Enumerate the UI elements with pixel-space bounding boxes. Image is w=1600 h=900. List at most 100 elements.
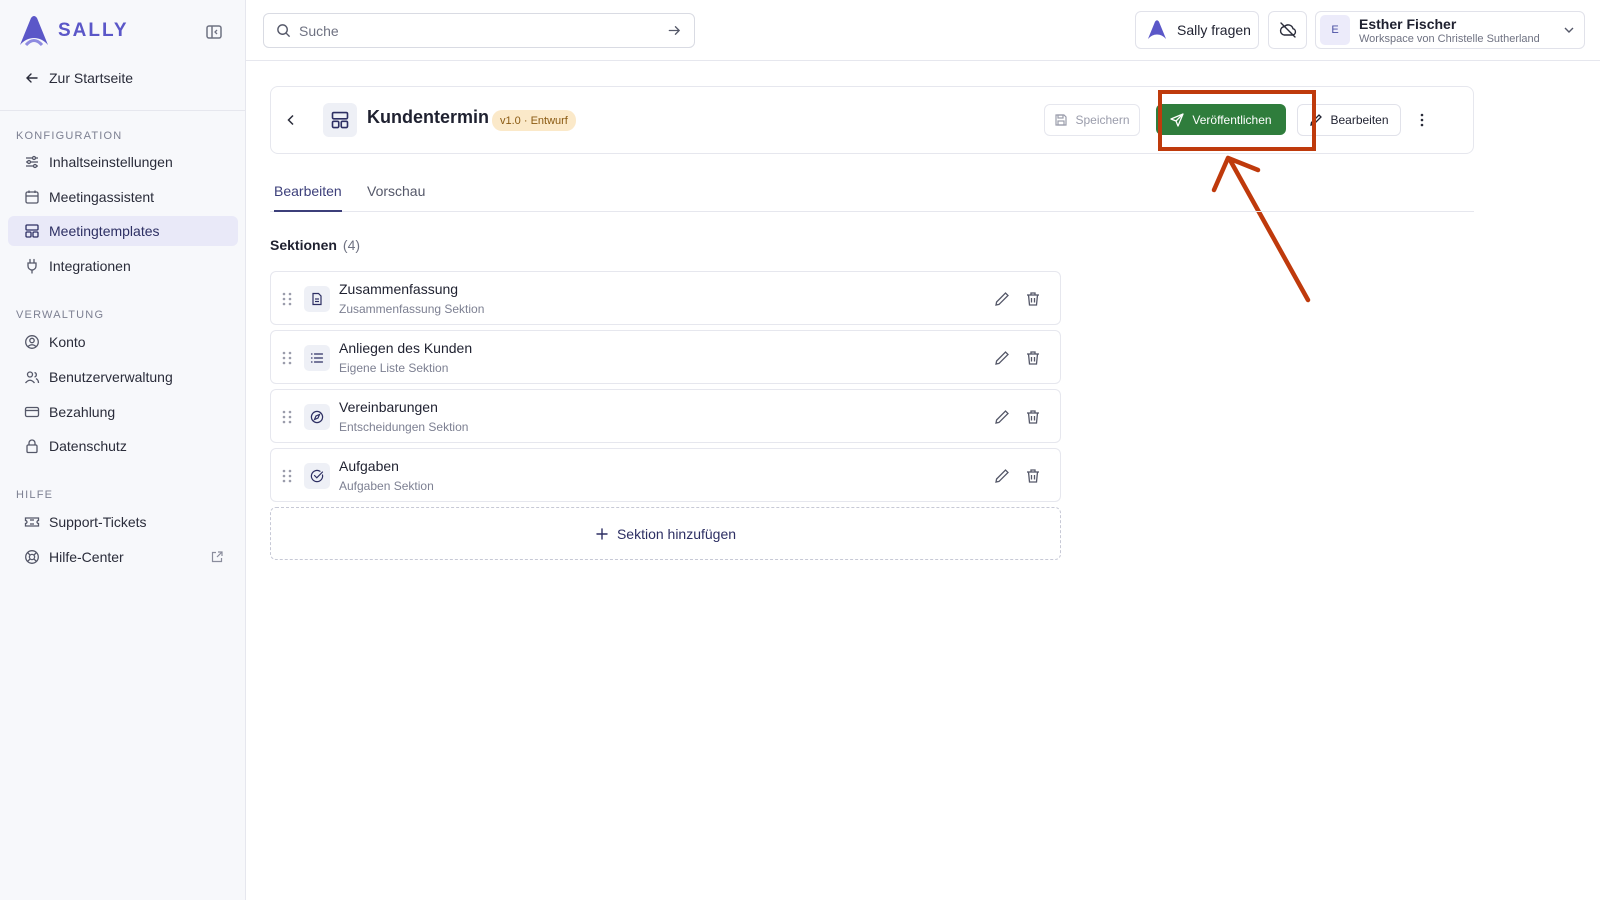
page-title: Kundentermin (367, 107, 490, 127)
external-link-icon (211, 551, 223, 563)
sidebar-item-label: Datenschutz (49, 438, 127, 454)
search-icon (277, 24, 291, 38)
calendar-icon (24, 189, 40, 205)
section-title-konfiguration: KONFIGURATION (16, 130, 123, 142)
trash-icon[interactable] (1024, 467, 1042, 485)
home-link[interactable]: Zur Startseite (24, 66, 133, 90)
arrow-left-icon (26, 73, 38, 83)
sliders-icon (24, 154, 40, 170)
drag-handle-icon[interactable] (281, 468, 293, 484)
tabs: Bearbeiten Vorschau (270, 178, 1474, 212)
tab-bearbeiten[interactable]: Bearbeiten (274, 183, 342, 212)
user-workspace: Workspace von Christelle Sutherland (1359, 32, 1540, 45)
add-section-button[interactable]: Sektion hinzufügen (270, 507, 1061, 560)
ticket-icon (24, 514, 40, 530)
sidebar-item-bezahlung[interactable]: Bezahlung (8, 397, 238, 427)
sally-logo-icon (20, 16, 48, 47)
sync-off-button[interactable] (1268, 11, 1307, 49)
list-item[interactable]: Zusammenfassung Zusammenfassung Sektion (270, 271, 1061, 325)
publish-button[interactable]: Veröffentlichen (1156, 104, 1286, 135)
sidebar-item-meetingassistent[interactable]: Meetingassistent (8, 182, 238, 212)
annotation-arrow-icon (1211, 155, 1311, 303)
send-icon (1170, 112, 1185, 127)
sidebar: SALLY Zur Startseite KONFIGURATION Inhal… (0, 0, 246, 900)
more-vertical-icon (1420, 113, 1424, 127)
sidebar-item-benutzerverwaltung[interactable]: Benutzerverwaltung (8, 362, 238, 392)
save-button[interactable]: Speichern (1044, 104, 1140, 136)
template-icon (323, 103, 357, 137)
sidebar-item-integrationen[interactable]: Integrationen (8, 251, 238, 281)
chevron-left-icon (287, 114, 294, 126)
compass-icon (304, 404, 330, 430)
save-icon (1055, 114, 1068, 126)
sidebar-item-hilfe-center[interactable]: Hilfe-Center (8, 542, 238, 572)
drag-handle-icon[interactable] (281, 409, 293, 425)
section-name: Vereinbarungen (339, 399, 438, 415)
brand[interactable]: SALLY (16, 14, 129, 48)
sidebar-item-inhaltseinstellungen[interactable]: Inhaltseinstellungen (8, 147, 238, 177)
arrow-right-icon[interactable] (667, 23, 682, 38)
save-label: Speichern (1075, 113, 1130, 127)
template-icon (24, 223, 40, 239)
sidebar-divider (0, 110, 246, 111)
template-header: Kundentermin v1.0 · Entwurf Speichern Ve… (270, 86, 1474, 154)
sections-count: (4) (342, 237, 361, 253)
section-name: Aufgaben (339, 458, 399, 474)
sections-heading: Sektionen (4) (270, 237, 360, 253)
pencil-icon[interactable] (993, 290, 1011, 308)
ask-sally-label: Sally fragen (1177, 22, 1251, 38)
sidebar-item-label: Inhaltseinstellungen (49, 154, 173, 170)
lifebuoy-icon (24, 549, 40, 565)
edit-label: Bearbeiten (1330, 113, 1389, 127)
sidebar-item-label: Konto (49, 334, 86, 350)
list-item[interactable]: Vereinbarungen Entscheidungen Sektion (270, 389, 1061, 443)
lock-icon (24, 438, 40, 454)
drag-handle-icon[interactable] (281, 291, 293, 307)
sally-logo-icon (1147, 20, 1167, 40)
section-title-verwaltung: VERWALTUNG (16, 309, 105, 321)
home-link-label: Zur Startseite (49, 70, 134, 86)
trash-icon[interactable] (1024, 349, 1042, 367)
pencil-icon (1310, 114, 1323, 126)
list-icon (304, 345, 330, 371)
sidebar-item-konto[interactable]: Konto (8, 327, 238, 357)
back-button[interactable] (281, 109, 301, 131)
sidebar-collapse-icon[interactable] (204, 22, 224, 42)
edit-button[interactable]: Bearbeiten (1297, 104, 1401, 136)
user-name: Esther Fischer (1359, 15, 1457, 32)
search-input[interactable] (299, 22, 659, 39)
add-section-label: Sektion hinzufügen (616, 525, 737, 542)
sidebar-item-datenschutz[interactable]: Datenschutz (8, 431, 238, 461)
sections-title: Sektionen (270, 237, 337, 253)
list-item[interactable]: Aufgaben Aufgaben Sektion (270, 448, 1061, 502)
trash-icon[interactable] (1024, 290, 1042, 308)
tab-vorschau[interactable]: Vorschau (367, 183, 425, 212)
document-icon (304, 286, 330, 312)
more-options-button[interactable] (1407, 104, 1437, 136)
check-circle-icon (304, 463, 330, 489)
section-name: Zusammenfassung (339, 281, 459, 297)
sidebar-item-support-tickets[interactable]: Support-Tickets (8, 507, 238, 537)
user-info: Esther Fischer Workspace von Christelle … (1359, 16, 1540, 45)
ask-sally-button[interactable]: Sally fragen (1135, 11, 1259, 49)
search-box[interactable] (263, 13, 695, 48)
section-type: Entscheidungen Sektion (339, 420, 469, 434)
plus-icon (596, 527, 608, 540)
cloud-off-icon (1279, 22, 1296, 38)
sidebar-item-meetingtemplates[interactable]: Meetingtemplates (8, 216, 238, 246)
sidebar-item-label: Benutzerverwaltung (49, 369, 173, 385)
chevron-down-icon (1564, 27, 1574, 33)
pencil-icon[interactable] (993, 467, 1011, 485)
user-menu[interactable]: E Esther Fischer Workspace von Christell… (1315, 11, 1585, 49)
section-type: Eigene Liste Sektion (339, 361, 449, 375)
pencil-icon[interactable] (993, 408, 1011, 426)
user-circle-icon (24, 334, 40, 350)
list-item[interactable]: Anliegen des Kunden Eigene Liste Sektion (270, 330, 1061, 384)
trash-icon[interactable] (1024, 408, 1042, 426)
drag-handle-icon[interactable] (281, 350, 293, 366)
plug-icon (24, 258, 40, 274)
sidebar-item-label: Support-Tickets (49, 514, 147, 530)
section-name: Anliegen des Kunden (339, 340, 473, 356)
pencil-icon[interactable] (993, 349, 1011, 367)
version-badge: v1.0 · Entwurf (492, 110, 576, 131)
